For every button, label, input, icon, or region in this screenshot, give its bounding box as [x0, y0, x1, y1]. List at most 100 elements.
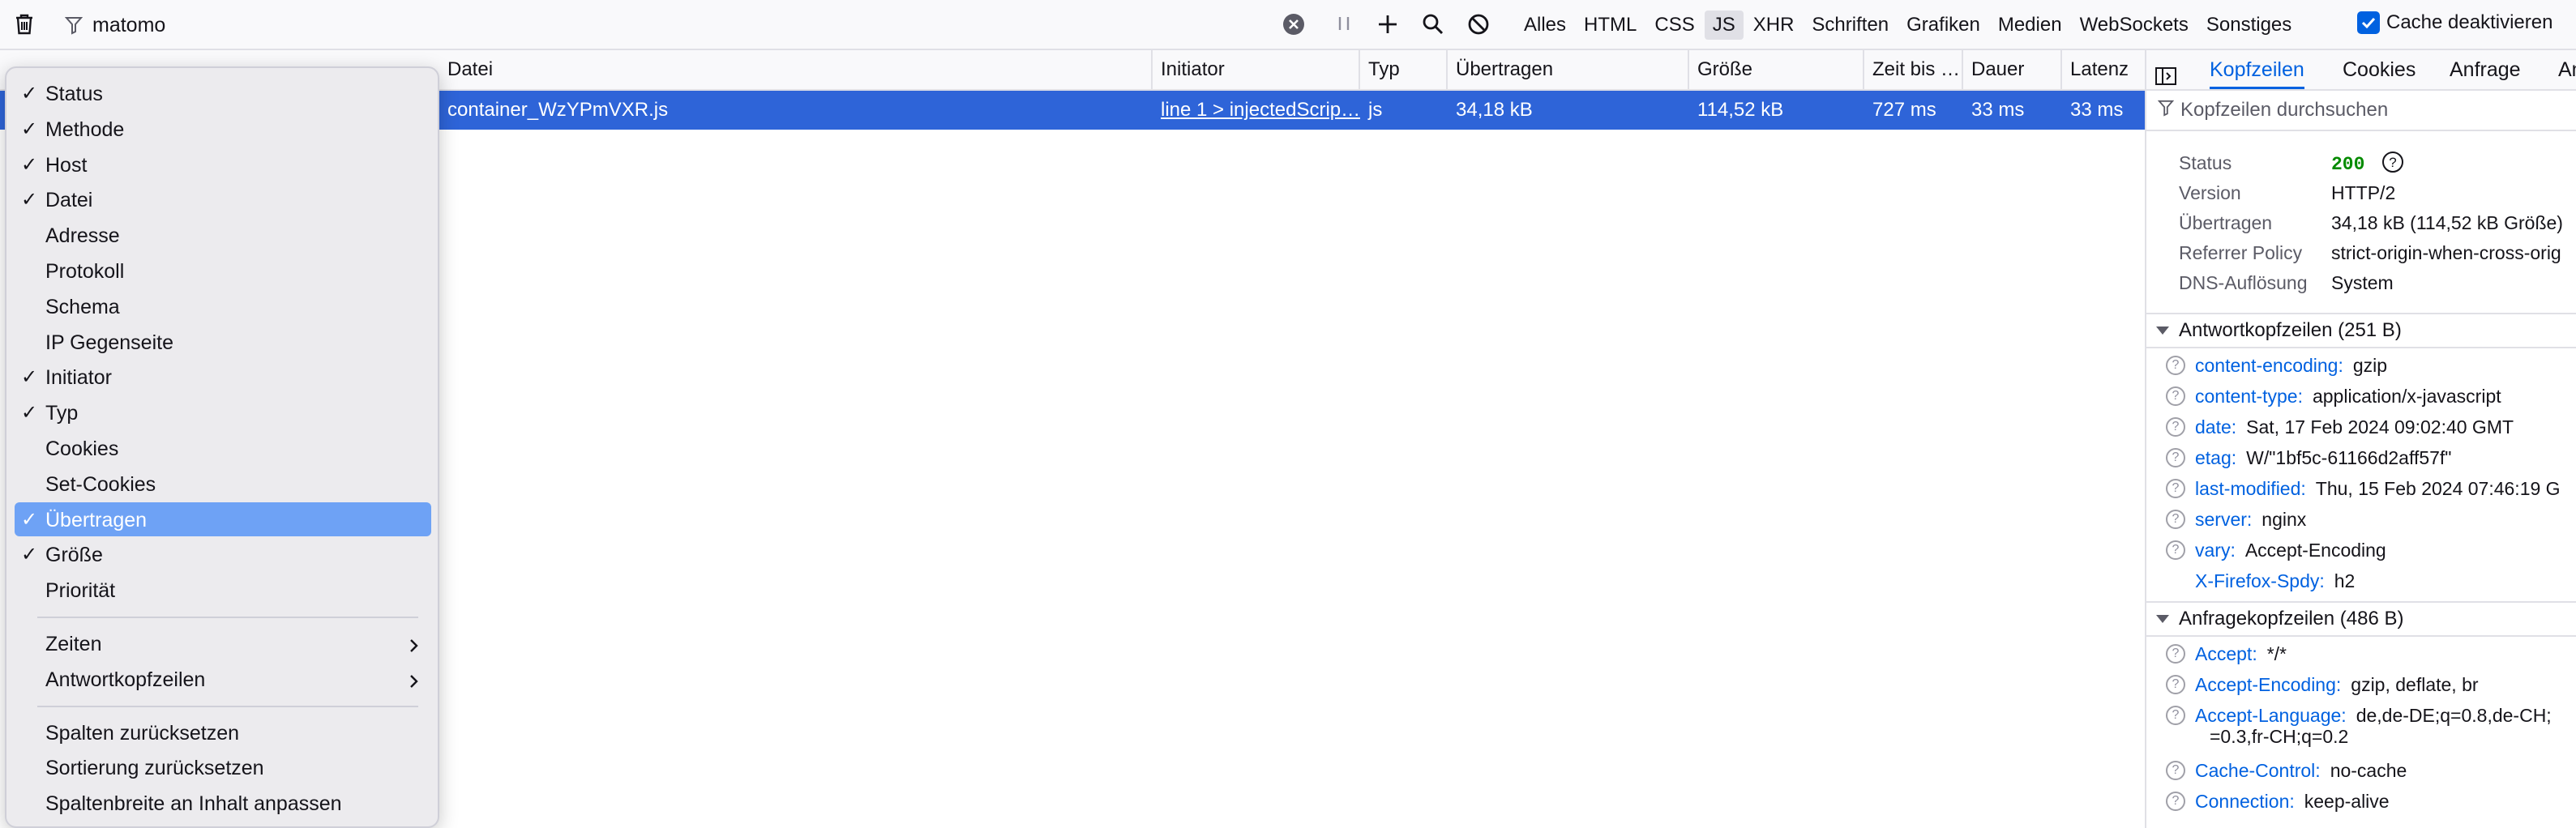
help-icon[interactable]: ? — [2381, 151, 2404, 178]
column-header-initiator[interactable]: Initiator — [1153, 50, 1360, 89]
menu-item-column[interactable]: ✓ Host — [15, 147, 431, 181]
type-filter-all[interactable]: Alles — [1516, 11, 1574, 40]
header-value: gzip, deflate, br — [2351, 673, 2479, 695]
help-icon[interactable]: ? — [2166, 448, 2185, 467]
menu-item-label: Set-Cookies — [45, 472, 156, 496]
help-icon[interactable]: ? — [2166, 792, 2185, 811]
help-icon[interactable]: ? — [2166, 706, 2185, 725]
header-name: Accept-Language: — [2195, 704, 2347, 726]
type-filter-other[interactable]: Sonstiges — [2198, 11, 2300, 40]
menu-separator — [37, 705, 418, 707]
help-icon[interactable]: ? — [2166, 479, 2185, 498]
header-value: nginx — [2261, 508, 2307, 530]
help-icon[interactable]: ? — [2166, 675, 2185, 694]
type-filter-websockets[interactable]: WebSockets — [2072, 11, 2197, 40]
menu-item-column[interactable]: Set-Cookies — [15, 467, 431, 501]
header-row: X-Firefox-Spdy: h2 — [2146, 566, 2576, 596]
menu-item-column[interactable]: Cookies — [15, 431, 431, 465]
url-filter-input[interactable]: matomo — [62, 8, 1310, 42]
summary-dns: DNS-Auflösung System — [2146, 267, 2576, 297]
menu-item-label: Host — [45, 153, 88, 177]
menu-item-column[interactable]: ✓ Datei — [15, 182, 431, 216]
checkmark-icon: ✓ — [21, 366, 38, 389]
header-value: */* — [2266, 642, 2287, 664]
menu-item-action[interactable]: Spalten zurücksetzen — [15, 715, 431, 749]
help-icon[interactable]: ? — [2166, 386, 2185, 406]
menu-item-column[interactable]: ✓ Initiator — [15, 360, 431, 394]
menu-item-label: Status — [45, 83, 103, 105]
menu-item-action[interactable]: Sortierung zurücksetzen — [15, 750, 431, 784]
menu-item-column[interactable]: Adresse — [15, 218, 431, 252]
checkmark-icon: ✓ — [21, 402, 38, 425]
menu-item-action[interactable]: Spaltenbreite an Inhalt anpassen — [15, 786, 431, 820]
help-icon[interactable]: ? — [2166, 644, 2185, 664]
cell-initiator-link[interactable]: line 1 > injectedScrip… — [1153, 91, 1360, 130]
type-filter-css[interactable]: CSS — [1646, 11, 1702, 40]
help-icon[interactable]: ? — [2166, 761, 2185, 780]
menu-item-column[interactable]: Protokoll — [15, 254, 431, 288]
menu-item-column[interactable]: ✓ Typ — [15, 395, 431, 429]
funnel-icon — [2157, 99, 2175, 122]
tab-anfrage[interactable]: Anfrage — [2450, 50, 2521, 89]
type-filter-images[interactable]: Grafiken — [1898, 11, 1988, 40]
menu-item-column[interactable]: ✓ Status — [15, 76, 431, 110]
type-filter-html[interactable]: HTML — [1576, 11, 1645, 40]
help-icon[interactable]: ? — [2166, 356, 2185, 375]
checkmark-icon: ✓ — [21, 117, 38, 140]
column-header-typ[interactable]: Typ — [1360, 50, 1448, 89]
summary-value: 34,18 kB (114,52 kB Größe) — [2331, 212, 2563, 233]
menu-item-label: Datei — [45, 189, 93, 212]
menu-item-column[interactable]: Schema — [15, 289, 431, 323]
block-icon[interactable] — [1464, 10, 1493, 39]
menu-separator — [37, 617, 418, 618]
column-header-dauer[interactable]: Dauer — [1963, 50, 2062, 89]
headers-search-input[interactable]: Kopfzeilen durchsuchen — [2146, 91, 2576, 131]
header-name: Accept-Encoding: — [2195, 673, 2342, 695]
type-filter-js[interactable]: JS — [1704, 11, 1744, 40]
toggle-sidebar-icon[interactable] — [2155, 60, 2177, 85]
summary-label: Version — [2179, 182, 2241, 203]
help-icon[interactable]: ? — [2166, 417, 2185, 437]
plus-icon[interactable] — [1373, 10, 1402, 39]
pause-icon[interactable] — [1329, 10, 1359, 39]
menu-item-label: Sortierung zurücksetzen — [45, 757, 264, 780]
menu-item-column[interactable]: ✓ Methode — [15, 112, 431, 146]
response-headers-section-toggle[interactable]: Antwortkopfzeilen (251 B) — [2146, 313, 2576, 348]
summary-value: System — [2331, 272, 2394, 293]
type-filter-xhr[interactable]: XHR — [1745, 11, 1803, 40]
header-value-continuation: =0.3,fr-CH;q=0.2 — [2210, 726, 2349, 747]
tab-cookies[interactable]: Cookies — [2343, 50, 2416, 89]
menu-item-submenu[interactable]: Antwortkopfzeilen — [15, 662, 431, 696]
column-header-datei[interactable]: Datei — [439, 50, 1153, 89]
request-details-panel: Kopfzeilen Cookies Anfrage An Kopfzeilen… — [2145, 50, 2576, 828]
tab-kopfzeilen[interactable]: Kopfzeilen — [2210, 50, 2304, 89]
column-header-latenz[interactable]: Latenz — [2062, 50, 2145, 89]
request-headers-section-toggle[interactable]: Anfragekopfzeilen (486 B) — [2146, 601, 2576, 637]
type-filter-media[interactable]: Medien — [1990, 11, 2070, 40]
header-row: ? Connection: keep-alive — [2146, 786, 2576, 817]
help-icon[interactable]: ? — [2166, 510, 2185, 529]
column-header-groesse[interactable]: Größe — [1689, 50, 1864, 89]
header-name: etag: — [2195, 446, 2237, 468]
header-row: ? content-encoding: gzip — [2146, 350, 2576, 381]
menu-item-label: Spalten zurücksetzen — [45, 721, 240, 745]
search-icon[interactable] — [1419, 10, 1448, 39]
clear-filter-icon[interactable] — [1279, 10, 1308, 39]
column-header-uebertragen[interactable]: Übertragen — [1448, 50, 1689, 89]
section-title: Antwortkopfzeilen (251 B) — [2179, 319, 2402, 341]
cache-checkbox[interactable] — [2357, 11, 2380, 34]
menu-item-column[interactable]: Priorität — [15, 573, 431, 607]
header-value: Thu, 15 Feb 2024 07:46:19 G — [2315, 477, 2561, 499]
help-icon[interactable]: ? — [2166, 540, 2185, 560]
menu-item-column[interactable]: ✓ Größe — [15, 537, 431, 571]
menu-item-column[interactable]: ✓ Übertragen — [15, 501, 431, 536]
disable-cache-toggle[interactable]: Cache deaktivieren — [2357, 11, 2552, 34]
menu-item-submenu[interactable]: Zeiten — [15, 626, 431, 660]
chevron-right-icon — [409, 672, 420, 695]
trash-icon[interactable] — [10, 10, 39, 39]
menu-item-column[interactable]: IP Gegenseite — [15, 325, 431, 359]
header-value: keep-alive — [2304, 790, 2390, 812]
tab-antwort[interactable]: An — [2558, 50, 2576, 89]
type-filter-fonts[interactable]: Schriften — [1804, 11, 1897, 40]
column-header-zeit-bis[interactable]: Zeit bis … — [1864, 50, 1963, 89]
